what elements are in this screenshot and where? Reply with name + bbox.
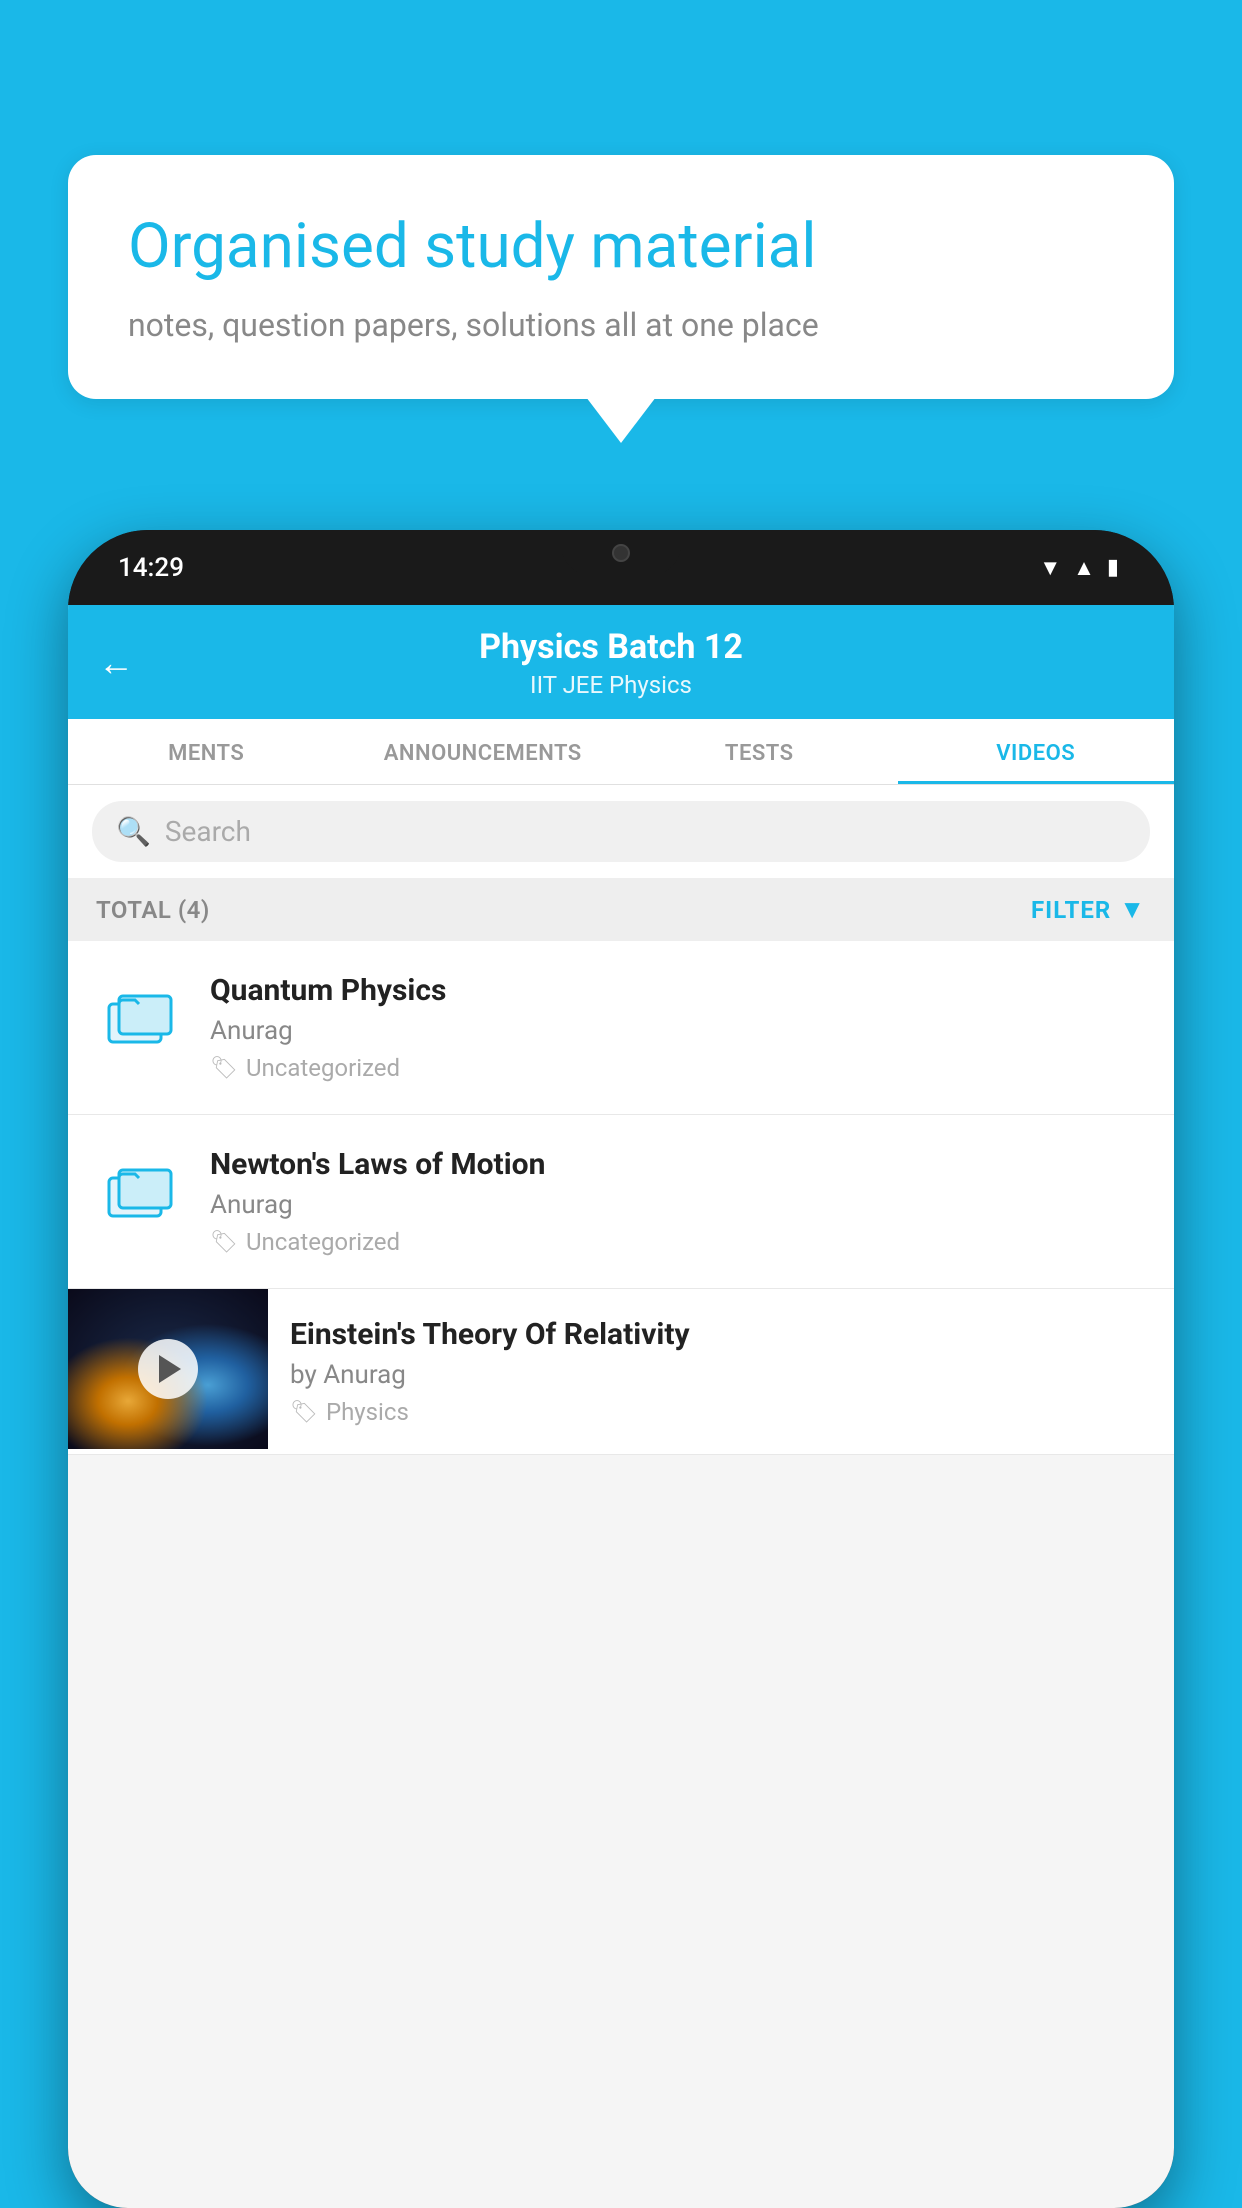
header-center: Physics Batch 12 IIT JEE Physics — [154, 627, 1068, 699]
bubble-title: Organised study material — [128, 210, 1114, 284]
item-info: Newton's Laws of Motion Anurag 🏷 Uncateg… — [210, 1147, 1146, 1256]
tab-announcements[interactable]: ANNOUNCEMENTS — [345, 719, 622, 784]
search-placeholder[interactable]: Search — [165, 815, 251, 848]
tabs-bar: MENTS ANNOUNCEMENTS TESTS VIDEOS — [68, 719, 1174, 785]
item-info: Quantum Physics Anurag 🏷 Uncategorized — [210, 973, 1146, 1082]
item-icon-wrap — [96, 973, 186, 1063]
wifi-icon: ▼ — [1039, 555, 1061, 581]
folder-icon — [105, 1156, 177, 1228]
app-screen: ← Physics Batch 12 IIT JEE Physics MENTS… — [68, 605, 1174, 2208]
tag-icon: 🏷 — [210, 1056, 238, 1081]
tab-videos[interactable]: VIDEOS — [898, 719, 1175, 784]
video-list: Quantum Physics Anurag 🏷 Uncategorized — [68, 941, 1174, 1455]
status-bar: 14:29 ▼ ▲ ▮ — [68, 530, 1174, 605]
status-time: 14:29 — [118, 553, 184, 583]
play-button[interactable] — [138, 1339, 198, 1399]
search-bar[interactable]: 🔍 Search — [92, 801, 1150, 862]
item-author: Anurag — [210, 1190, 1146, 1220]
tag-icon: 🏷 — [290, 1400, 318, 1425]
filter-label: FILTER — [1031, 896, 1111, 924]
item-tag: 🏷 Uncategorized — [210, 1054, 1146, 1082]
header-title: Physics Batch 12 — [154, 627, 1068, 667]
filter-button[interactable]: FILTER ▼ — [1031, 894, 1146, 925]
signal-icon: ▲ — [1073, 555, 1095, 581]
tag-icon: 🏷 — [210, 1230, 238, 1255]
search-container: 🔍 Search — [68, 785, 1174, 878]
list-item[interactable]: Quantum Physics Anurag 🏷 Uncategorized — [68, 941, 1174, 1115]
tag-label: Uncategorized — [246, 1054, 400, 1082]
back-button[interactable]: ← — [98, 642, 134, 684]
tag-label: Physics — [326, 1398, 409, 1426]
item-author: Anurag — [210, 1016, 1146, 1046]
video-tag: 🏷 Physics — [290, 1398, 1152, 1426]
bubble-subtitle: notes, question papers, solutions all at… — [128, 306, 1114, 344]
phone-frame: 14:29 ▼ ▲ ▮ ← Physics Batch 12 IIT JEE P… — [68, 530, 1174, 2208]
filter-bar: TOTAL (4) FILTER ▼ — [68, 878, 1174, 941]
total-count: TOTAL (4) — [96, 896, 210, 924]
item-title: Newton's Laws of Motion — [210, 1147, 1146, 1182]
camera-dot — [612, 544, 630, 562]
folder-icon — [105, 982, 177, 1054]
play-icon — [159, 1355, 181, 1383]
status-icons: ▼ ▲ ▮ — [1039, 555, 1119, 581]
item-title: Quantum Physics — [210, 973, 1146, 1008]
app-header: ← Physics Batch 12 IIT JEE Physics — [68, 605, 1174, 719]
item-icon-wrap — [96, 1147, 186, 1237]
tag-label: Uncategorized — [246, 1228, 400, 1256]
phone-notch — [561, 530, 681, 575]
video-title: Einstein's Theory Of Relativity — [290, 1317, 1152, 1352]
item-tag: 🏷 Uncategorized — [210, 1228, 1146, 1256]
tab-tests[interactable]: TESTS — [621, 719, 898, 784]
tab-ments[interactable]: MENTS — [68, 719, 345, 784]
battery-icon: ▮ — [1107, 555, 1119, 580]
search-icon: 🔍 — [116, 815, 151, 848]
video-item[interactable]: Einstein's Theory Of Relativity by Anura… — [68, 1289, 1174, 1455]
filter-icon: ▼ — [1119, 894, 1146, 925]
speech-bubble: Organised study material notes, question… — [68, 155, 1174, 399]
video-info: Einstein's Theory Of Relativity by Anura… — [268, 1289, 1174, 1454]
header-subtitle: IIT JEE Physics — [154, 671, 1068, 699]
video-author: by Anurag — [290, 1360, 1152, 1390]
video-thumbnail — [68, 1289, 268, 1449]
list-item[interactable]: Newton's Laws of Motion Anurag 🏷 Uncateg… — [68, 1115, 1174, 1289]
